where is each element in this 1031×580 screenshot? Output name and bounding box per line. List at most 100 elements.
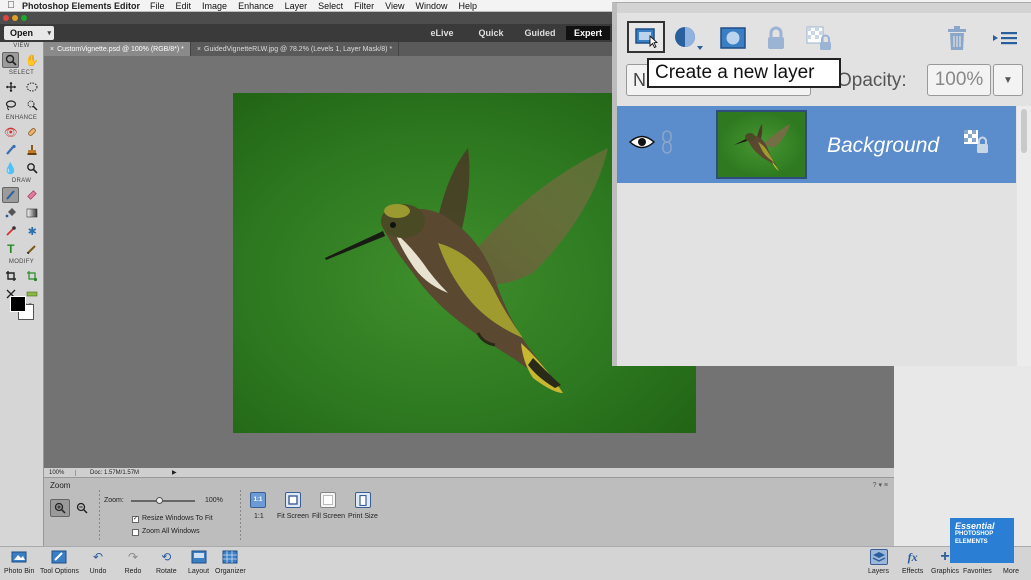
- print-size-button[interactable]: [355, 492, 371, 508]
- zoom-all-windows-checkbox[interactable]: [132, 529, 139, 536]
- menu-filter[interactable]: Filter: [354, 1, 374, 11]
- panel-menu-button[interactable]: [988, 21, 1022, 55]
- zoom-tool-icon[interactable]: [2, 52, 20, 68]
- organizer-label: Organizer: [215, 568, 246, 575]
- pencil-icon[interactable]: [24, 241, 41, 257]
- spot-healing-icon[interactable]: [24, 124, 41, 140]
- effects-button[interactable]: fx Effects: [902, 549, 923, 576]
- layout-icon: [190, 549, 208, 565]
- link-icon[interactable]: [661, 130, 673, 157]
- clone-stamp-icon[interactable]: [24, 142, 41, 158]
- close-icon[interactable]: ×: [50, 46, 54, 53]
- help-icon[interactable]: ? ▾ ≡: [873, 481, 888, 489]
- tool-options-button[interactable]: Tool Options: [40, 549, 79, 575]
- menu-window[interactable]: Window: [415, 1, 447, 11]
- zoom-out-icon[interactable]: [72, 499, 92, 517]
- section-modify: MODIFY: [8, 259, 35, 265]
- organizer-button[interactable]: Organizer: [215, 549, 246, 575]
- menu-file[interactable]: File: [150, 1, 165, 11]
- menu-enhance[interactable]: Enhance: [238, 1, 274, 11]
- actual-pixels-button[interactable]: 1:1: [250, 492, 266, 508]
- type-icon[interactable]: T: [2, 241, 19, 257]
- smart-brush-icon[interactable]: [2, 142, 19, 158]
- layer-name[interactable]: Background: [827, 134, 939, 158]
- new-layer-button[interactable]: [627, 21, 665, 53]
- mode-expert[interactable]: Expert: [566, 26, 610, 40]
- close-window-icon[interactable]: [3, 15, 9, 21]
- undo-button[interactable]: ↶ Undo: [89, 549, 107, 575]
- graphics-label: Graphics: [931, 568, 960, 575]
- lock-transparent-button[interactable]: [802, 21, 836, 55]
- layers-label: Layers: [868, 568, 890, 575]
- redo-button[interactable]: ↷ Redo: [124, 549, 142, 575]
- tooltip: Create a new layer: [647, 58, 841, 88]
- paint-bucket-icon[interactable]: [2, 205, 19, 221]
- opacity-dropdown[interactable]: ▼: [993, 64, 1023, 96]
- brand-line-1: Essential: [955, 521, 995, 531]
- layers-button[interactable]: Layers: [868, 549, 889, 575]
- status-bar: 100% Doc: 1.57M/1.57M ▶: [44, 468, 894, 477]
- layer-mask-button[interactable]: [716, 21, 750, 55]
- adjustment-layer-button[interactable]: [671, 21, 705, 55]
- hand-icon[interactable]: ✋: [24, 52, 41, 68]
- delete-layer-button[interactable]: [940, 21, 974, 55]
- chevron-right-icon[interactable]: ▶: [172, 469, 177, 476]
- fill-screen-button[interactable]: [320, 492, 336, 508]
- straighten-icon[interactable]: [24, 286, 41, 302]
- open-button[interactable]: Open ▾: [4, 26, 54, 40]
- lock-all-button[interactable]: [759, 21, 793, 55]
- zoom-slider[interactable]: [131, 497, 195, 504]
- eyedropper-icon[interactable]: [2, 223, 19, 239]
- section-select: SELECT: [8, 70, 35, 76]
- zoom-readout[interactable]: 100%: [44, 469, 76, 476]
- blend-mode-value: N: [633, 70, 646, 90]
- foreground-color-swatch[interactable]: [10, 296, 26, 312]
- mode-quick[interactable]: Quick: [469, 26, 513, 40]
- lock-transparency-icon[interactable]: [962, 128, 990, 157]
- menu-edit[interactable]: Edit: [176, 1, 192, 11]
- resize-windows-checkbox[interactable]: ✓: [132, 516, 139, 523]
- menu-image[interactable]: Image: [202, 1, 227, 11]
- doc-tab-active[interactable]: × CustomVignette.psd @ 100% (RGB/8*) *: [44, 42, 191, 56]
- opacity-input[interactable]: 100%: [927, 64, 991, 96]
- zoom-in-icon[interactable]: [50, 499, 70, 517]
- eye-icon[interactable]: 👁: [2, 124, 19, 140]
- photo-bin-button[interactable]: Photo Bin: [4, 549, 34, 575]
- zoom-slider-handle[interactable]: [155, 497, 163, 504]
- minimize-window-icon[interactable]: [12, 15, 18, 21]
- brush-icon[interactable]: [2, 187, 20, 203]
- actual-pixels-label: 1:1: [254, 513, 264, 520]
- custom-shape-icon[interactable]: ✱: [24, 223, 41, 239]
- crop-icon[interactable]: [2, 268, 19, 284]
- layers-scrollbar-thumb[interactable]: [1021, 109, 1027, 153]
- rotate-button[interactable]: ⟲ Rotate: [156, 549, 177, 575]
- marquee-icon[interactable]: [24, 79, 41, 95]
- quick-selection-icon[interactable]: [24, 97, 41, 113]
- fit-screen-button[interactable]: [285, 492, 301, 508]
- menu-select[interactable]: Select: [318, 1, 343, 11]
- zoom-window-icon[interactable]: [21, 15, 27, 21]
- doc-tab-label: CustomVignette.psd @ 100% (RGB/8*) *: [57, 45, 184, 53]
- new-layer-icon: [635, 28, 658, 48]
- blur-icon[interactable]: 💧: [2, 160, 19, 176]
- undo-label: Undo: [89, 568, 107, 575]
- mode-elive[interactable]: eLive: [420, 26, 464, 40]
- mode-guided[interactable]: Guided: [518, 26, 562, 40]
- move-icon[interactable]: [2, 79, 19, 95]
- menu-view[interactable]: View: [385, 1, 404, 11]
- menu-layer[interactable]: Layer: [285, 1, 308, 11]
- lasso-icon[interactable]: [2, 97, 19, 113]
- undo-icon: ↶: [92, 550, 104, 564]
- recompose-icon[interactable]: [24, 268, 41, 284]
- menu-help[interactable]: Help: [459, 1, 478, 11]
- doc-tab[interactable]: × GuidedVignetteRLW.jpg @ 78.2% (Levels …: [191, 42, 400, 56]
- layer-row-background[interactable]: Background: [617, 106, 1016, 183]
- layout-button[interactable]: Layout: [188, 549, 209, 575]
- sponge-icon[interactable]: [24, 160, 41, 176]
- gradient-icon[interactable]: [24, 205, 41, 221]
- app-name[interactable]: Photoshop Elements Editor: [22, 1, 140, 11]
- apple-icon[interactable]: : [0, 0, 22, 11]
- close-icon[interactable]: ×: [197, 46, 201, 53]
- visibility-eye-icon[interactable]: [628, 134, 656, 153]
- eraser-icon[interactable]: [24, 187, 41, 203]
